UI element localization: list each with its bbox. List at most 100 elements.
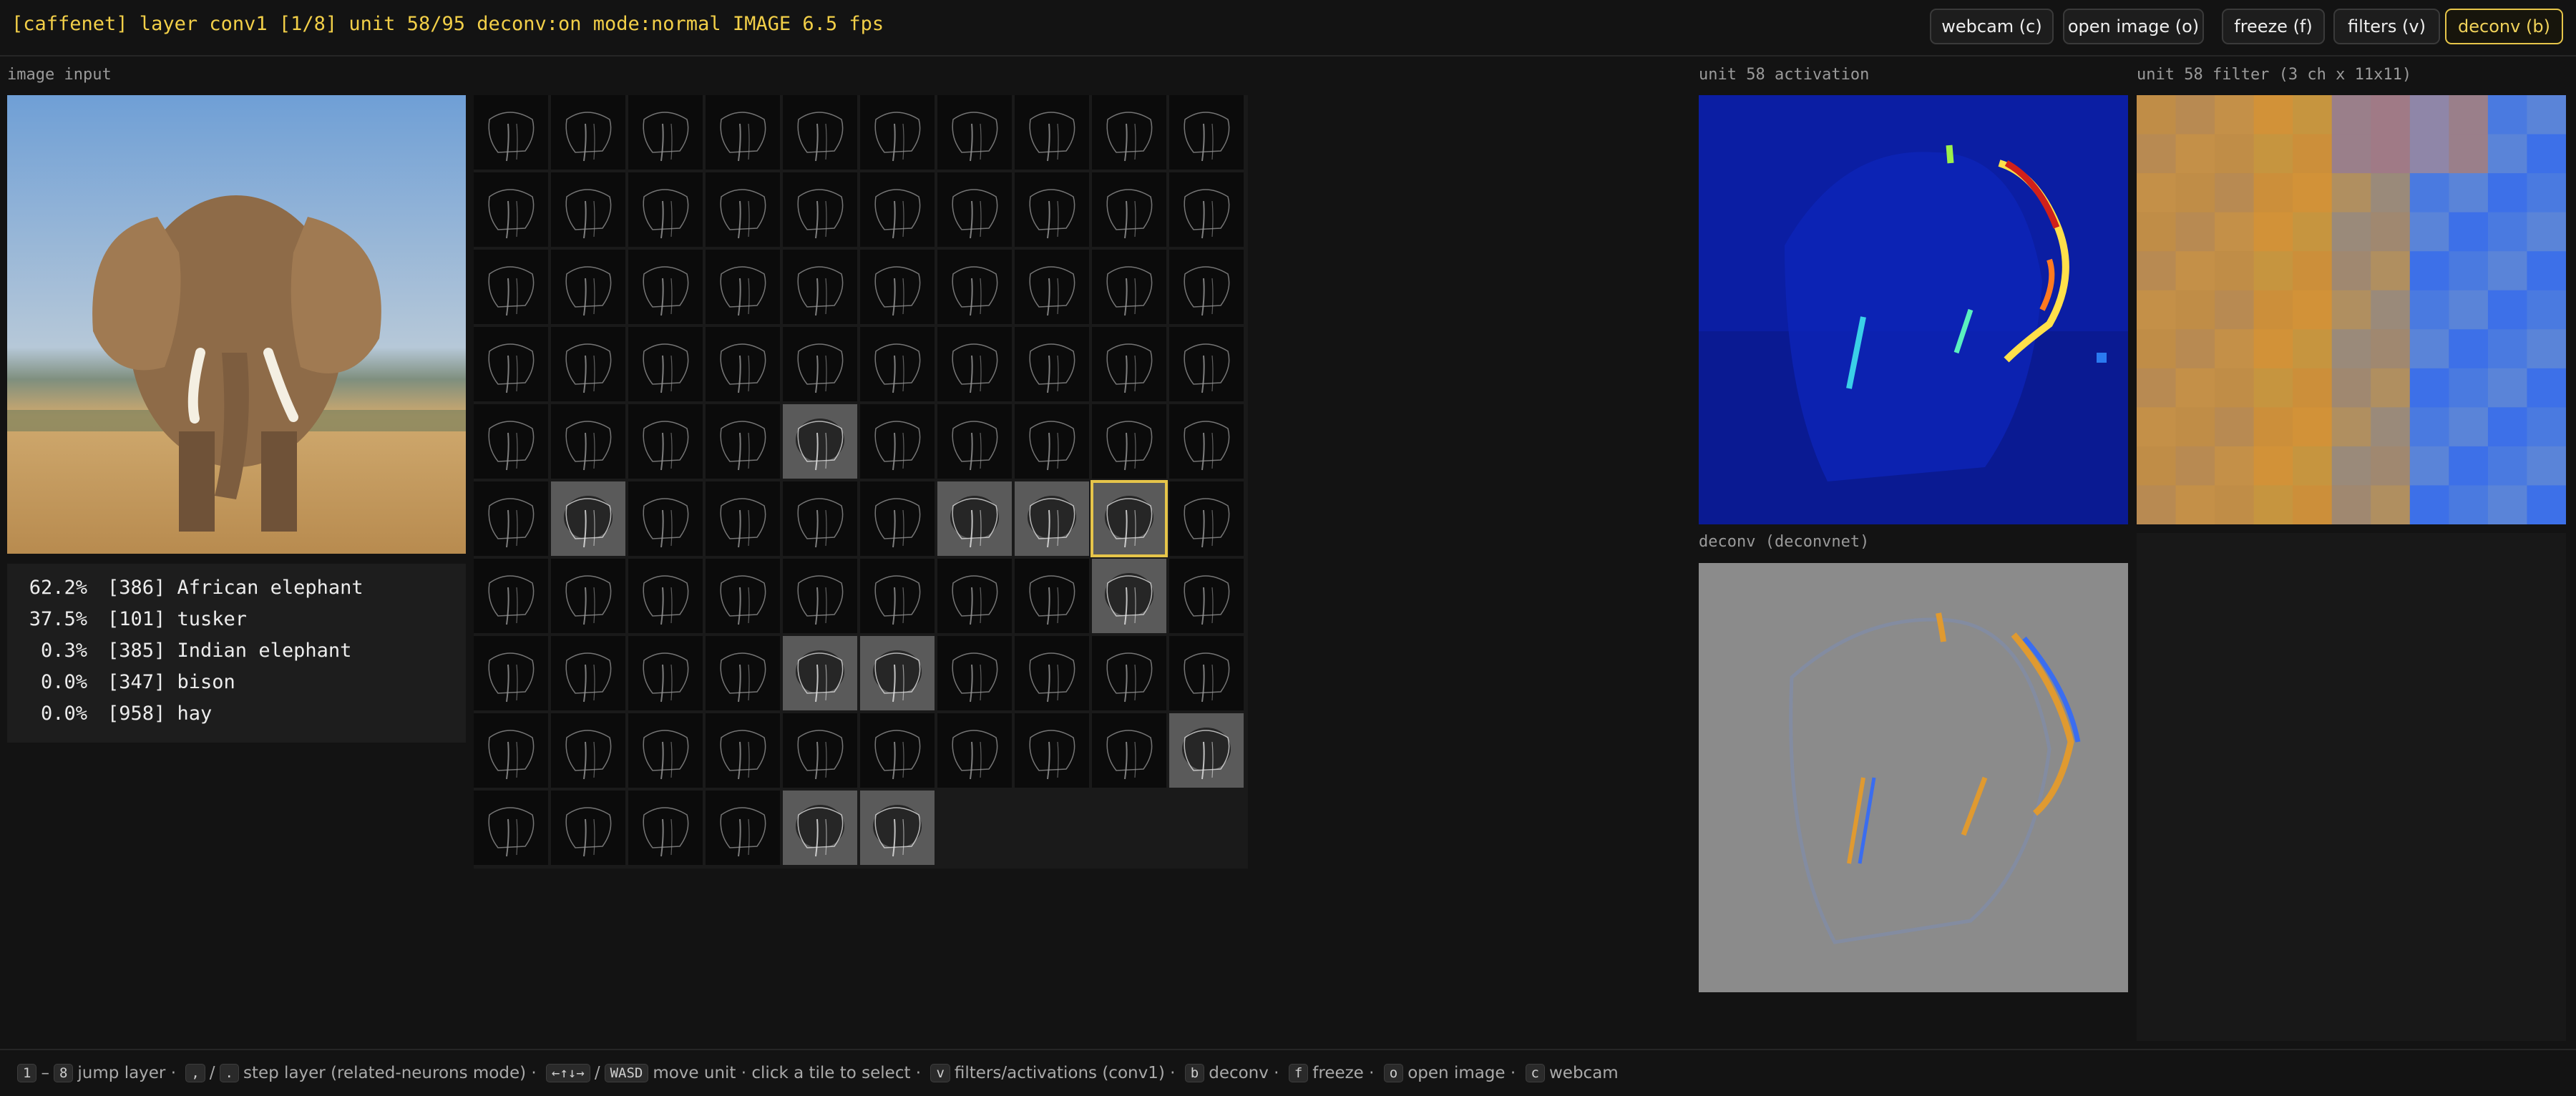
unit-tile[interactable] [937,172,1012,247]
unit-tile[interactable] [783,327,857,401]
unit-tile[interactable] [1092,250,1166,324]
unit-tile[interactable] [860,481,935,556]
unit-tile[interactable] [706,404,780,479]
unit-tile[interactable] [783,404,857,479]
unit-tile[interactable] [551,713,625,788]
unit-tile[interactable] [474,791,548,865]
unit-tile[interactable] [1169,250,1244,324]
unit-tile[interactable] [628,95,703,170]
unit-tile[interactable] [474,636,548,710]
unit-tile[interactable] [474,404,548,479]
unit-tile[interactable] [937,95,1012,170]
unit-tile[interactable] [937,250,1012,324]
unit-tile[interactable] [706,327,780,401]
unit-tile[interactable] [783,791,857,865]
unit-tile[interactable] [1091,480,1168,557]
unit-tile[interactable] [474,559,548,633]
unit-tile[interactable] [706,95,780,170]
unit-tile[interactable] [937,481,1012,556]
filters-button[interactable]: filters (v) [2333,9,2440,44]
freeze-button[interactable]: freeze (f) [2222,9,2325,44]
unit-tile[interactable] [1169,404,1244,479]
unit-tile[interactable] [628,250,703,324]
unit-tile[interactable] [783,559,857,633]
unit-tile[interactable] [706,636,780,710]
unit-tile[interactable] [783,172,857,247]
unit-tile[interactable] [1169,481,1244,556]
unit-tile[interactable] [1169,95,1244,170]
unit-tile[interactable] [1169,636,1244,710]
unit-tile[interactable] [937,636,1012,710]
unit-tile[interactable] [1092,95,1166,170]
unit-tile[interactable] [860,95,935,170]
unit-tile[interactable] [628,404,703,479]
unit-tile[interactable] [1015,327,1089,401]
unit-tile[interactable] [860,172,935,247]
unit-tile[interactable] [706,172,780,247]
unit-tile[interactable] [1169,559,1244,633]
unit-tile[interactable] [628,713,703,788]
unit-tile[interactable] [1092,636,1166,710]
unit-tile[interactable] [1092,327,1166,401]
unit-tile[interactable] [474,95,548,170]
unit-tile[interactable] [551,559,625,633]
unit-tile[interactable] [706,559,780,633]
unit-tile[interactable] [1169,327,1244,401]
unit-tile[interactable] [551,791,625,865]
unit-tile[interactable] [628,636,703,710]
unit-tile[interactable] [551,95,625,170]
unit-tile[interactable] [551,481,625,556]
unit-tile[interactable] [474,172,548,247]
unit-tile[interactable] [1015,404,1089,479]
unit-tile[interactable] [1015,95,1089,170]
unit-tile[interactable] [551,327,625,401]
unit-tile[interactable] [937,327,1012,401]
unit-tile[interactable] [860,327,935,401]
unit-tile[interactable] [628,172,703,247]
unit-tile[interactable] [706,250,780,324]
unit-tile[interactable] [860,250,935,324]
unit-tile[interactable] [551,636,625,710]
unit-tile[interactable] [1092,404,1166,479]
unit-tile[interactable] [474,713,548,788]
unit-tile[interactable] [706,481,780,556]
unit-tile[interactable] [628,327,703,401]
unit-tile[interactable] [860,559,935,633]
unit-tile[interactable] [1015,250,1089,324]
unit-tile[interactable] [783,95,857,170]
unit-tile[interactable] [1015,481,1089,556]
unit-tile[interactable] [783,636,857,710]
unit-tile[interactable] [628,559,703,633]
unit-tile[interactable] [628,791,703,865]
unit-tile[interactable] [628,481,703,556]
unit-tile[interactable] [551,172,625,247]
unit-tile[interactable] [1092,559,1166,633]
unit-tile[interactable] [706,791,780,865]
unit-tile[interactable] [783,713,857,788]
webcam-button[interactable]: webcam (c) [1930,9,2054,44]
unit-tile[interactable] [1169,172,1244,247]
unit-tile[interactable] [1015,559,1089,633]
unit-tile[interactable] [1092,172,1166,247]
unit-tile[interactable] [474,481,548,556]
unit-tile[interactable] [1015,172,1089,247]
unit-tile[interactable] [937,559,1012,633]
unit-tile[interactable] [860,791,935,865]
unit-tile[interactable] [937,404,1012,479]
unit-tile[interactable] [860,636,935,710]
deconv-button[interactable]: deconv (b) [2445,9,2563,44]
unit-tile[interactable] [1092,713,1166,788]
unit-tile[interactable] [474,327,548,401]
unit-tile[interactable] [783,250,857,324]
unit-tile[interactable] [860,404,935,479]
unit-tile[interactable] [783,481,857,556]
unit-tile[interactable] [1169,713,1244,788]
unit-tile[interactable] [551,250,625,324]
open-image-button[interactable]: open image (o) [2063,9,2204,44]
unit-tile[interactable] [551,404,625,479]
unit-tile[interactable] [1015,636,1089,710]
unit-tile[interactable] [1015,713,1089,788]
unit-tile[interactable] [860,713,935,788]
unit-tile[interactable] [706,713,780,788]
unit-tile[interactable] [937,713,1012,788]
